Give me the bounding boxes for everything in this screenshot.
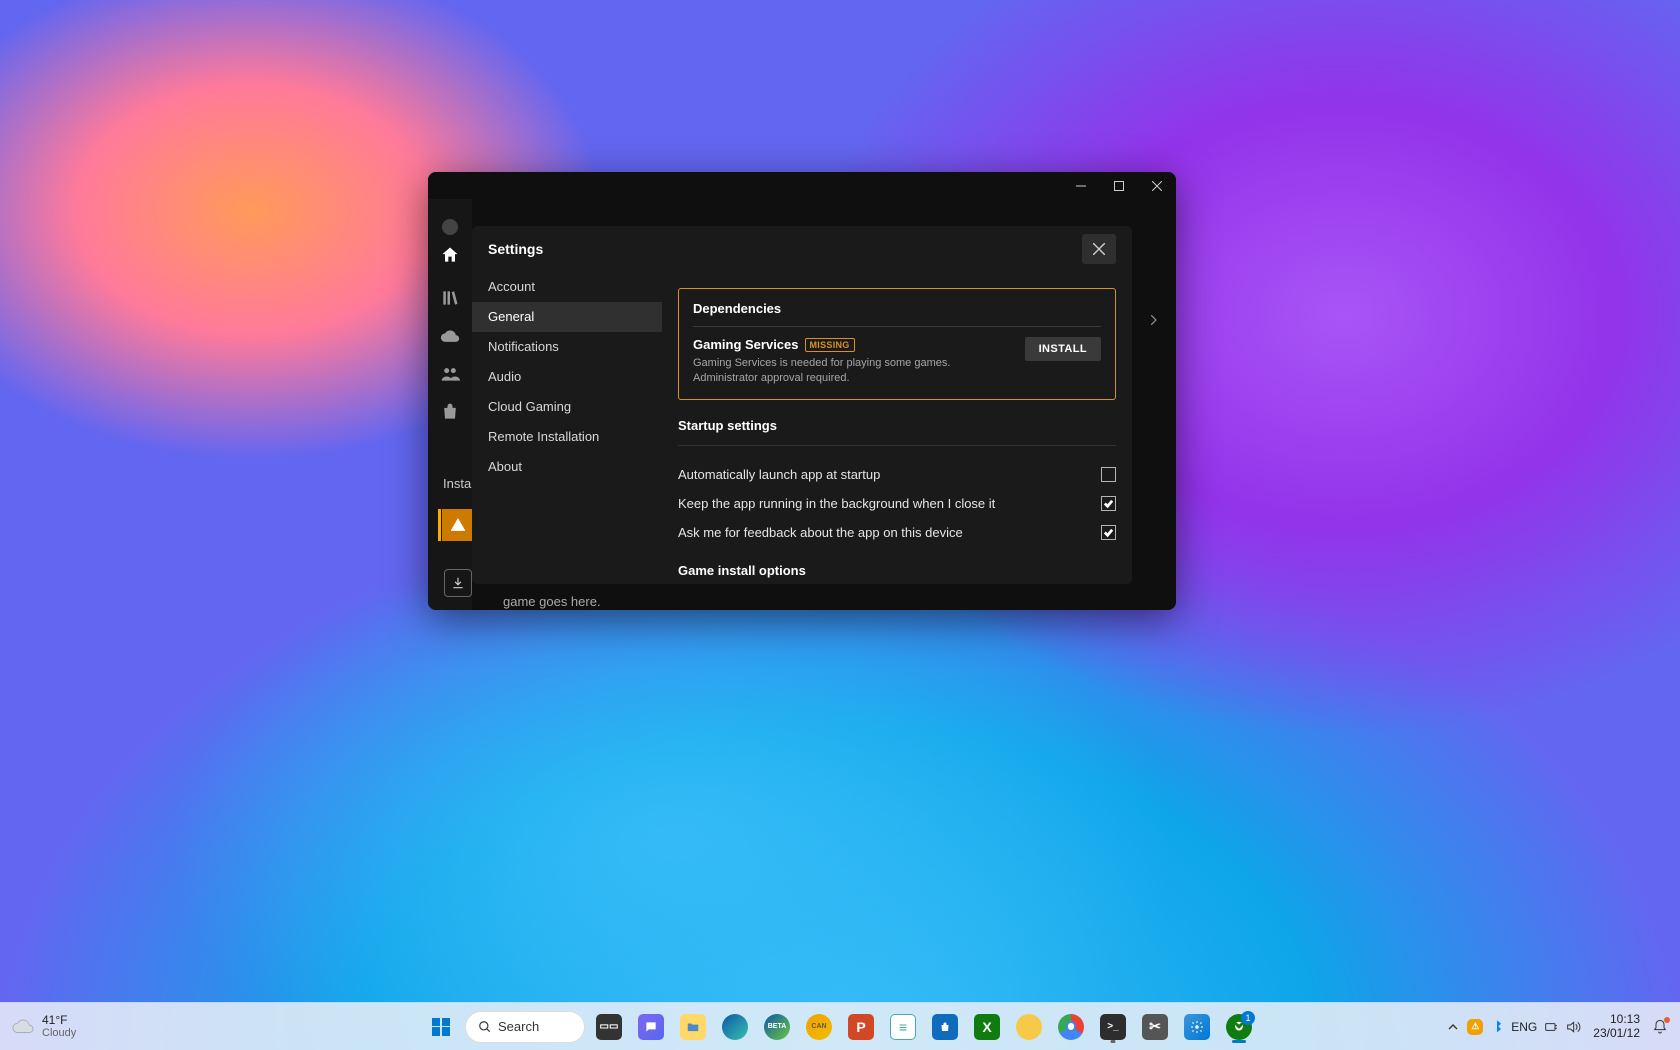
weather-condition: Cloudy <box>42 1027 76 1039</box>
taskbar-app-edge-canary[interactable]: CAN <box>801 1009 837 1045</box>
download-button[interactable] <box>444 569 472 597</box>
placeholder-text: game goes here. <box>503 594 601 609</box>
close-window-button[interactable] <box>1138 172 1176 199</box>
volume-icon[interactable] <box>1565 1019 1581 1035</box>
maximize-button[interactable] <box>1100 172 1138 199</box>
settings-nav-account[interactable]: Account <box>472 272 662 302</box>
taskbar-search[interactable]: Search <box>465 1011 585 1043</box>
install-button[interactable]: INSTALL <box>1025 337 1101 361</box>
checkbox-auto-launch[interactable] <box>1101 467 1116 482</box>
desktop-wallpaper: Instal game goes here. Settings Accoun <box>0 0 1680 1050</box>
close-settings-button[interactable] <box>1082 234 1116 264</box>
clock[interactable]: 10:13 23/01/12 <box>1587 1013 1646 1039</box>
notifications-button[interactable] <box>1652 1019 1668 1035</box>
game-install-heading: Game install options <box>678 563 1116 578</box>
store-icon[interactable] <box>440 402 460 422</box>
taskbar-app-snip[interactable]: ✂ <box>1137 1009 1173 1045</box>
taskbar-app-xbox-insider[interactable]: X <box>969 1009 1005 1045</box>
setting-label: Keep the app running in the background w… <box>678 496 995 511</box>
taskbar-app-notepad[interactable]: ≡ <box>885 1009 921 1045</box>
taskbar: 41°F Cloudy Search ▭▭ BETA CAN P ≡ X <box>0 1002 1680 1050</box>
dependency-description: Gaming Services is needed for playing so… <box>693 356 1013 387</box>
dependency-name: Gaming Services <box>693 337 799 352</box>
checkbox-feedback[interactable] <box>1101 525 1116 540</box>
taskbar-app-chat[interactable] <box>633 1009 669 1045</box>
time-text: 10:13 <box>1610 1013 1640 1026</box>
setting-keep-running: Keep the app running in the background w… <box>678 489 1116 518</box>
taskbar-app-chrome[interactable] <box>1053 1009 1089 1045</box>
settings-nav: Account General Notifications Audio Clou… <box>472 272 662 584</box>
system-tray: ⚠ ENG 10:13 23/01/12 <box>1445 1013 1668 1039</box>
setting-label: Ask me for feedback about the app on thi… <box>678 525 963 540</box>
taskbar-app-edge-beta[interactable]: BETA <box>759 1009 795 1045</box>
taskbar-app-store[interactable] <box>927 1009 963 1045</box>
cloud-icon[interactable] <box>440 326 460 346</box>
dependency-status-badge: MISSING <box>805 338 855 352</box>
settings-nav-remote-installation[interactable]: Remote Installation <box>472 422 662 452</box>
taskbar-app-explorer[interactable] <box>675 1009 711 1045</box>
taskbar-app-terminal[interactable]: >_ <box>1095 1009 1131 1045</box>
app-nav-rail <box>428 199 472 610</box>
weather-widget[interactable]: 41°F Cloudy <box>12 1014 76 1039</box>
dependencies-card: Dependencies Gaming Services MISSING Gam… <box>678 288 1116 400</box>
window-titlebar <box>428 172 1176 199</box>
settings-content: Dependencies Gaming Services MISSING Gam… <box>662 272 1132 584</box>
taskbar-app-canary2[interactable] <box>1011 1009 1047 1045</box>
install-warning-icon[interactable] <box>442 509 474 541</box>
bluetooth-icon[interactable] <box>1489 1019 1505 1035</box>
date-text: 23/01/12 <box>1593 1027 1640 1040</box>
tray-security-icon[interactable]: ⚠ <box>1467 1019 1483 1035</box>
settings-nav-audio[interactable]: Audio <box>472 362 662 392</box>
notification-dot <box>1664 1017 1670 1023</box>
taskbar-app-xbox[interactable]: 1 <box>1221 1009 1257 1045</box>
settings-title: Settings <box>488 241 543 257</box>
library-icon[interactable] <box>440 288 460 308</box>
people-icon[interactable] <box>440 364 460 384</box>
minimize-button[interactable] <box>1062 172 1100 199</box>
taskbar-app-settings[interactable] <box>1179 1009 1215 1045</box>
xbox-app-window: Instal game goes here. Settings Accoun <box>428 172 1176 610</box>
carousel-next-icon[interactable] <box>1146 313 1160 332</box>
taskbar-app-powerpoint[interactable]: P <box>843 1009 879 1045</box>
home-icon[interactable] <box>440 245 460 265</box>
network-icon[interactable] <box>1543 1019 1559 1035</box>
search-placeholder: Search <box>498 1019 539 1034</box>
setting-label: Automatically launch app at startup <box>678 467 880 482</box>
settings-nav-about[interactable]: About <box>472 452 662 482</box>
setting-feedback: Ask me for feedback about the app on thi… <box>678 518 1116 547</box>
search-icon <box>478 1020 492 1034</box>
task-view-button[interactable]: ▭▭ <box>591 1009 627 1045</box>
taskbar-center: Search ▭▭ BETA CAN P ≡ X >_ ✂ 1 <box>423 1009 1257 1045</box>
settings-modal: Settings Account General Notifications A… <box>472 226 1132 584</box>
settings-nav-cloud-gaming[interactable]: Cloud Gaming <box>472 392 662 422</box>
settings-nav-notifications[interactable]: Notifications <box>472 332 662 362</box>
taskbar-app-edge[interactable] <box>717 1009 753 1045</box>
startup-heading: Startup settings <box>678 418 1116 433</box>
tray-chevron-up-icon[interactable] <box>1445 1019 1461 1035</box>
xbox-badge: 1 <box>1241 1011 1255 1025</box>
settings-nav-general[interactable]: General <box>472 302 662 332</box>
weather-temperature: 41°F <box>42 1014 76 1027</box>
start-button[interactable] <box>423 1009 459 1045</box>
dependencies-heading: Dependencies <box>693 301 1101 316</box>
setting-auto-launch: Automatically launch app at startup <box>678 460 1116 489</box>
language-indicator[interactable]: ENG <box>1511 1020 1537 1034</box>
checkbox-keep-running[interactable] <box>1101 496 1116 511</box>
weather-cloud-icon <box>12 1016 34 1038</box>
